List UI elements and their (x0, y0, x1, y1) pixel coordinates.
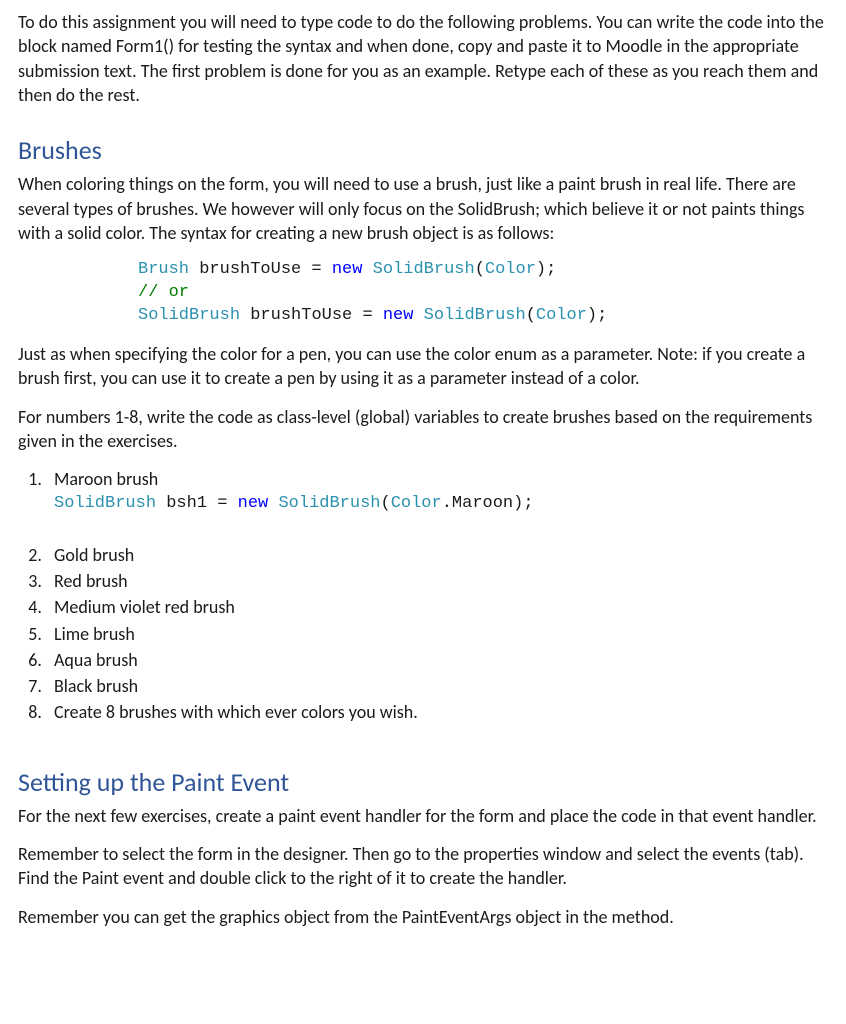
code-token: .Maroon); (442, 494, 534, 513)
code-token: new (383, 306, 414, 325)
code-token (362, 260, 372, 279)
code-token: new (238, 494, 269, 513)
code-token: SolidBrush (138, 306, 240, 325)
paint-event-heading: Setting up the Paint Event (18, 765, 828, 800)
code-token (268, 494, 278, 513)
list-item: Maroon brush SolidBrush bsh1 = new Solid… (46, 467, 828, 541)
code-token: ( (526, 306, 536, 325)
code-token: ( (475, 260, 485, 279)
list-item: Lime brush (46, 622, 828, 646)
paint-event-para2: Remember to select the form in the desig… (18, 842, 828, 891)
brushes-para3: For numbers 1-8, write the code as class… (18, 405, 828, 454)
brush-syntax-code: Brush brushToUse = new SolidBrush(Color)… (138, 259, 828, 328)
list-item: Gold brush (46, 543, 828, 567)
code-token: Color (536, 306, 587, 325)
code-token: ); (587, 306, 607, 325)
paint-event-para1: For the next few exercises, create a pai… (18, 804, 828, 828)
code-token: ( (381, 494, 391, 513)
code-token (413, 306, 423, 325)
list-item: Aqua brush (46, 648, 828, 672)
code-token: SolidBrush (424, 306, 526, 325)
code-token: new (332, 260, 363, 279)
code-token: ); (536, 260, 556, 279)
exercise-code: SolidBrush bsh1 = new SolidBrush(Color.M… (54, 493, 828, 516)
list-item: Create 8 brushes with which ever colors … (46, 700, 828, 724)
code-token: SolidBrush (278, 494, 380, 513)
code-token: Color (485, 260, 536, 279)
brushes-heading: Brushes (18, 133, 828, 168)
code-token: brushToUse = (189, 260, 332, 279)
list-item: Black brush (46, 674, 828, 698)
list-item: Medium violet red brush (46, 595, 828, 619)
code-token: SolidBrush (54, 494, 156, 513)
intro-paragraph: To do this assignment you will need to t… (18, 10, 828, 107)
brushes-para1: When coloring things on the form, you wi… (18, 172, 828, 245)
code-token: SolidBrush (373, 260, 475, 279)
code-token: brushToUse = (240, 306, 383, 325)
code-token: // or (138, 283, 189, 302)
brushes-para2: Just as when specifying the color for a … (18, 342, 828, 391)
paint-event-para3: Remember you can get the graphics object… (18, 905, 828, 929)
exercise-list: Maroon brush SolidBrush bsh1 = new Solid… (46, 467, 828, 725)
code-token: Brush (138, 260, 189, 279)
exercise-label: Maroon brush (54, 468, 158, 490)
code-token: bsh1 = (156, 494, 238, 513)
list-item: Red brush (46, 569, 828, 593)
code-token: Color (391, 494, 442, 513)
